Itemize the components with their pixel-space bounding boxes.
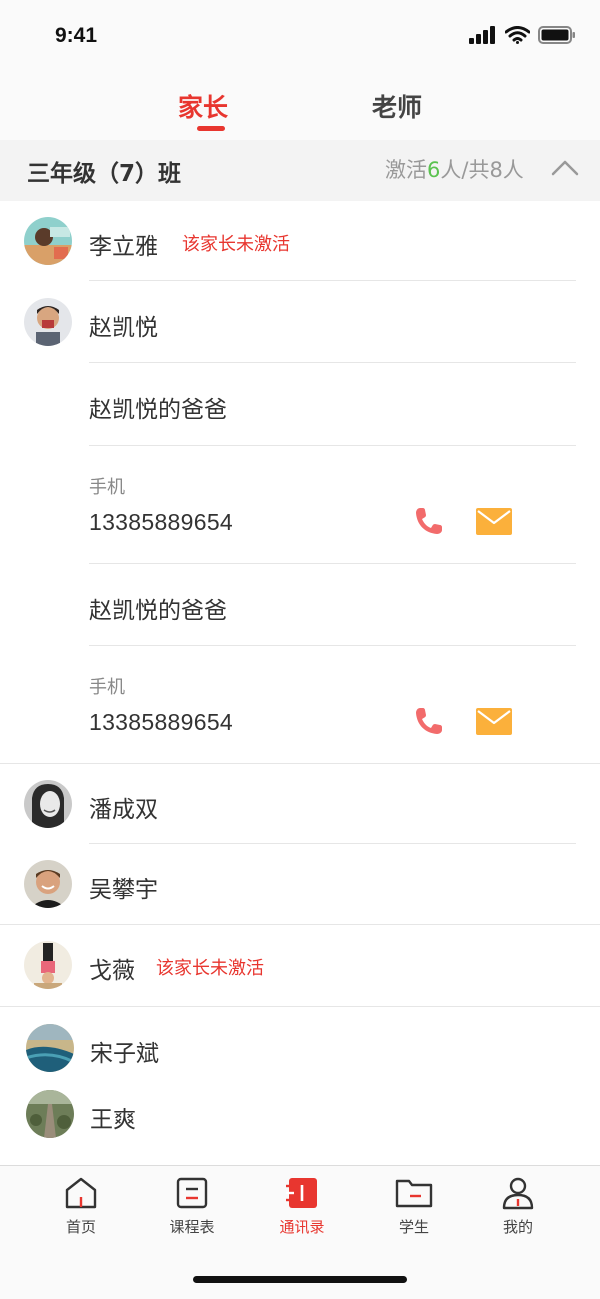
phone-call-icon[interactable] bbox=[413, 705, 445, 737]
tabbar-label: 通讯录 bbox=[279, 1218, 325, 1236]
avatar bbox=[24, 217, 72, 265]
contact-row[interactable]: 宋子斌 bbox=[0, 1008, 600, 1082]
class-header[interactable]: 三年级（7）班 激活6人/共8人 bbox=[0, 140, 600, 201]
activation-stats: 激活6人/共8人 bbox=[385, 154, 524, 184]
segment-tabs: 家长 老师 bbox=[0, 72, 600, 140]
contact-name: 戈薇 bbox=[89, 958, 135, 984]
tabbar-label: 首页 bbox=[65, 1218, 96, 1236]
contact-row[interactable]: 王爽 bbox=[0, 1082, 600, 1154]
phone-label: 手机 bbox=[89, 477, 125, 498]
tabbar-item-schedule[interactable]: 课程表 bbox=[152, 1176, 232, 1237]
status-time: 9:41 bbox=[55, 24, 98, 47]
guardian-relation: 赵凯悦的爸爸 bbox=[89, 397, 227, 423]
avatar bbox=[26, 1090, 74, 1138]
avatar bbox=[24, 860, 72, 908]
cellular-signal-icon bbox=[469, 26, 495, 44]
avatar bbox=[24, 780, 72, 828]
folder-icon bbox=[395, 1179, 433, 1208]
contact-row-expanded[interactable]: 赵凯悦 赵凯悦的爸爸 手机 13385889654 赵凯悦的爸爸 手机 1338… bbox=[0, 282, 600, 764]
divider bbox=[89, 563, 576, 564]
tab-teachers[interactable]: 老师 bbox=[372, 88, 422, 124]
phone-number: 13385889654 bbox=[89, 709, 234, 735]
divider bbox=[0, 1006, 600, 1007]
contact-name: 赵凯悦 bbox=[89, 315, 158, 341]
divider bbox=[89, 280, 576, 281]
class-name: 三年级（7）班 bbox=[27, 161, 182, 187]
contact-name: 宋子斌 bbox=[90, 1041, 159, 1067]
avatar bbox=[26, 1024, 74, 1072]
chevron-up-icon[interactable] bbox=[551, 158, 579, 176]
contact-name: 李立雅 bbox=[89, 234, 158, 260]
phone-call-icon[interactable] bbox=[413, 505, 445, 537]
wifi-icon bbox=[505, 26, 530, 44]
divider bbox=[89, 645, 576, 646]
contact-row[interactable]: 潘成双 bbox=[0, 764, 600, 844]
message-icon[interactable] bbox=[476, 708, 512, 735]
guardian-relation: 赵凯悦的爸爸 bbox=[89, 598, 227, 624]
tabbar-item-me[interactable]: 我的 bbox=[478, 1176, 558, 1237]
schedule-icon bbox=[176, 1177, 208, 1209]
tabbar-item-home[interactable]: 首页 bbox=[41, 1176, 121, 1237]
contact-row[interactable]: 戈薇 该家长未激活 bbox=[0, 925, 600, 1007]
activated-count: 6 bbox=[427, 158, 441, 182]
battery-icon bbox=[538, 26, 575, 44]
contact-row[interactable]: 吴攀宇 bbox=[0, 844, 600, 925]
tabbar-label: 学生 bbox=[398, 1218, 429, 1236]
stats-prefix: 激活 bbox=[385, 158, 427, 182]
profile-icon bbox=[502, 1177, 534, 1210]
contact-row[interactable]: 李立雅 该家长未激活 bbox=[0, 201, 600, 281]
divider bbox=[89, 445, 576, 446]
phone-label: 手机 bbox=[89, 677, 125, 698]
not-activated-badge: 该家长未激活 bbox=[156, 958, 264, 979]
home-icon bbox=[65, 1177, 97, 1209]
tab-parents[interactable]: 家长 bbox=[178, 88, 228, 124]
home-indicator[interactable] bbox=[193, 1276, 407, 1283]
divider bbox=[89, 362, 576, 363]
tabbar-item-contacts[interactable]: 通讯录 bbox=[262, 1176, 342, 1237]
tabbar-label: 课程表 bbox=[169, 1218, 215, 1236]
status-bar: 9:41 bbox=[0, 0, 600, 72]
contact-name: 王爽 bbox=[90, 1107, 136, 1133]
contact-name: 潘成双 bbox=[89, 797, 158, 823]
tabbar-label: 我的 bbox=[502, 1218, 533, 1236]
tabbar-item-students[interactable]: 学生 bbox=[374, 1176, 454, 1237]
stats-suffix: 人/共8人 bbox=[440, 158, 524, 182]
contacts-icon bbox=[286, 1178, 317, 1208]
message-icon[interactable] bbox=[476, 508, 512, 535]
status-icons bbox=[469, 26, 576, 44]
avatar bbox=[24, 941, 72, 989]
not-activated-badge: 该家长未激活 bbox=[182, 234, 290, 255]
phone-number: 13385889654 bbox=[89, 509, 234, 535]
avatar bbox=[24, 298, 72, 346]
active-tab-indicator bbox=[197, 126, 225, 131]
contact-name: 吴攀宇 bbox=[89, 877, 158, 903]
